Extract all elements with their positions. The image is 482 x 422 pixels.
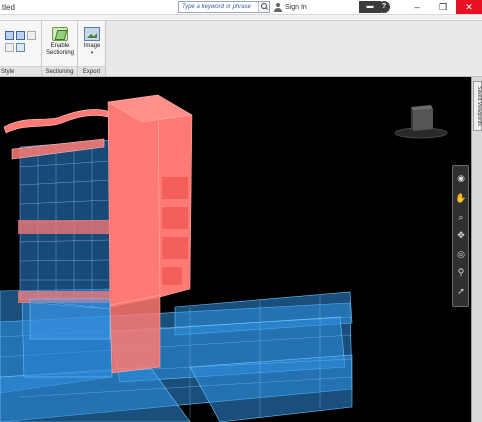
points-icon[interactable]	[5, 43, 14, 52]
maximize-button[interactable]: ❐	[430, 0, 456, 14]
shaded-style-icon[interactable]	[5, 31, 14, 40]
saved-viewpoints-label-box[interactable]: Saved Viewpoints	[473, 81, 482, 131]
orbit-icon[interactable]: ✥	[455, 229, 467, 241]
look-icon[interactable]: ◎	[455, 248, 467, 260]
export-panel-caption: Export	[78, 66, 105, 76]
enable-sectioning-button[interactable]: Enable Sectioning	[43, 25, 77, 65]
image-icon	[84, 27, 100, 41]
minimize-button[interactable]: –	[404, 0, 430, 14]
select-icon[interactable]: ➚	[455, 285, 467, 297]
enable-sectioning-label-2: Sectioning	[45, 50, 75, 56]
steering-wheel-icon[interactable]: ◉	[455, 172, 467, 184]
navigation-bar: ◉ ✋ ⌕ ✥ ◎ ⚲ ➚	[452, 165, 469, 307]
help-button[interactable]: ?	[378, 1, 390, 13]
saved-viewpoints-tab[interactable]: Saved Viewpoints	[471, 77, 482, 422]
search-icon[interactable]	[258, 2, 269, 12]
zoom-window-icon[interactable]: ⌕	[455, 211, 467, 223]
window-title: tled	[2, 3, 15, 12]
sectioning-panel: Enable Sectioning Sectioning	[42, 21, 78, 76]
pan-hand-icon[interactable]: ✋	[455, 192, 467, 204]
title-bar: tled Type a keyword or phrase Sign In ▬ …	[0, 0, 482, 15]
lobby	[29, 298, 111, 340]
export-image-label: Image	[83, 43, 101, 49]
chevron-down-icon[interactable]: ▾	[75, 50, 109, 56]
export-panel: Image ▾ Export	[78, 21, 106, 76]
export-image-button[interactable]: Image ▾	[75, 25, 109, 65]
style-panel-caption: Style	[0, 66, 41, 76]
hidden-line-icon[interactable]	[27, 31, 36, 40]
style-icons	[5, 31, 41, 57]
search-box[interactable]: Type a keyword or phrase	[178, 1, 270, 13]
sectioning-panel-caption: Sectioning	[42, 66, 77, 76]
sign-in-label: Sign In	[285, 4, 307, 11]
close-button[interactable]: ✕	[456, 0, 482, 14]
tower-facade	[19, 139, 113, 378]
wireframe-style-icon[interactable]	[16, 31, 25, 40]
enable-sectioning-label-1: Enable	[50, 43, 70, 49]
style-panel: Style	[0, 21, 42, 76]
sectioning-icon	[52, 27, 68, 41]
search-input[interactable]: Type a keyword or phrase	[179, 4, 258, 10]
ribbon: Style Enable Sectioning Sectioning Image…	[0, 15, 482, 77]
viewcube[interactable]	[393, 99, 449, 141]
sign-in-button[interactable]: Sign In	[274, 1, 307, 14]
text-style-icon[interactable]	[16, 43, 25, 52]
saved-viewpoints-label: Saved Viewpoints	[476, 86, 482, 126]
user-icon	[274, 3, 282, 12]
walk-icon[interactable]: ⚲	[455, 266, 467, 278]
